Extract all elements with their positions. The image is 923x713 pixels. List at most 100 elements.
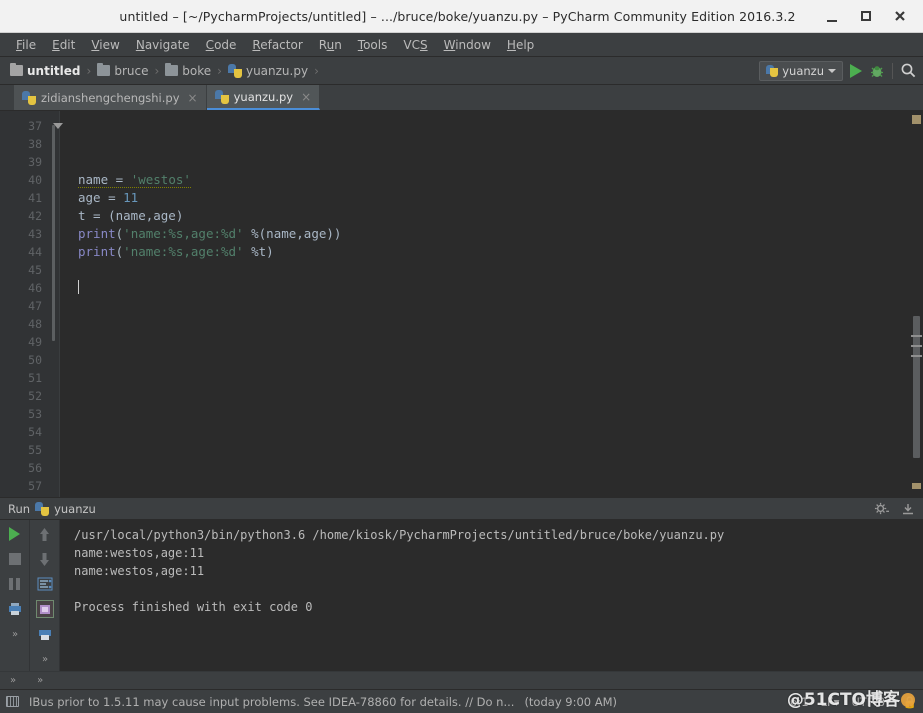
expand-chevrons-icon[interactable]: » bbox=[7, 626, 23, 642]
error-stripe-tick[interactable] bbox=[911, 355, 922, 357]
run-tool-window: Run yuanzu bbox=[0, 497, 923, 671]
hide-window-icon[interactable] bbox=[901, 502, 915, 516]
code-line bbox=[78, 351, 909, 369]
breadcrumb-item-untitled[interactable]: untitled bbox=[6, 62, 85, 80]
scroll-to-end-icon[interactable] bbox=[37, 601, 53, 617]
tab-zidianshengchengshi-py[interactable]: zidianshengchengshi.py × bbox=[14, 85, 207, 110]
error-stripe-marker-top[interactable] bbox=[912, 115, 921, 124]
code-token-variable: age bbox=[78, 190, 101, 205]
error-stripe-tick[interactable] bbox=[911, 335, 922, 337]
gear-icon[interactable] bbox=[874, 501, 889, 516]
window-controls bbox=[825, 9, 923, 23]
run-tool-window-header: Run yuanzu bbox=[0, 498, 923, 520]
code-line bbox=[78, 441, 909, 459]
run-configuration-label: yuanzu bbox=[782, 64, 824, 78]
tab-yuanzu-py[interactable]: yuanzu.py × bbox=[207, 85, 321, 110]
status-bar-right: 6:1 LF▾ UTF-8▾ 🔒 bbox=[790, 695, 917, 709]
pause-icon[interactable] bbox=[7, 576, 23, 592]
menu-navigate[interactable]: Navigate bbox=[128, 36, 198, 54]
print-output-icon[interactable] bbox=[37, 626, 53, 642]
code-text-area[interactable]: name = 'westos' age = 11 t = (name,age) … bbox=[60, 111, 909, 497]
breadcrumb-separator: › bbox=[152, 64, 161, 78]
minimize-button[interactable] bbox=[825, 9, 839, 23]
status-message[interactable]: IBus prior to 1.5.11 may cause input pro… bbox=[29, 695, 514, 709]
python-file-icon bbox=[766, 65, 778, 77]
menu-run[interactable]: Run bbox=[311, 36, 350, 54]
line-separator-selector[interactable]: LF▾ bbox=[821, 695, 840, 709]
error-stripe-tick[interactable] bbox=[911, 345, 922, 347]
maximize-button[interactable] bbox=[859, 9, 873, 23]
debug-button[interactable] bbox=[869, 63, 885, 79]
code-token-expression: %t) bbox=[244, 244, 274, 259]
editor-gutter[interactable]: 37 38 39 40 41 42 43 44 45 46 47 48 49 5… bbox=[0, 111, 60, 497]
code-token-operator: = bbox=[108, 172, 131, 187]
stop-icon[interactable] bbox=[7, 551, 23, 567]
menu-edit[interactable]: Edit bbox=[44, 36, 83, 54]
lock-icon[interactable]: 🔒 bbox=[903, 695, 917, 709]
code-token-expression: %(name,age)) bbox=[244, 226, 342, 241]
code-line bbox=[78, 459, 909, 477]
encoding-selector[interactable]: UTF-8▾ bbox=[851, 695, 890, 709]
menu-tools[interactable]: Tools bbox=[350, 36, 396, 54]
run-tool-window-config-name: yuanzu bbox=[54, 502, 96, 516]
search-icon[interactable] bbox=[900, 62, 917, 79]
run-configuration-selector[interactable]: yuanzu bbox=[759, 61, 843, 81]
expand-chevrons-icon[interactable]: » bbox=[37, 651, 53, 667]
breadcrumb-separator: › bbox=[312, 64, 321, 78]
print-icon[interactable] bbox=[7, 601, 23, 617]
error-stripe-marker-bottom[interactable] bbox=[912, 483, 921, 489]
breadcrumb-item-boke[interactable]: boke bbox=[161, 62, 215, 80]
tab-close-icon[interactable]: × bbox=[301, 90, 311, 104]
breadcrumb-label: boke bbox=[182, 64, 211, 78]
rerun-icon[interactable] bbox=[7, 526, 23, 542]
code-line bbox=[78, 369, 909, 387]
monitor-icon[interactable] bbox=[6, 696, 19, 707]
folder-icon bbox=[97, 65, 110, 76]
tab-close-icon[interactable]: × bbox=[188, 91, 198, 105]
python-file-icon bbox=[228, 64, 242, 78]
close-button[interactable] bbox=[893, 9, 907, 23]
menu-code[interactable]: Code bbox=[198, 36, 245, 54]
scrollbar-thumb[interactable] bbox=[913, 316, 920, 458]
menu-refactor[interactable]: Refactor bbox=[244, 36, 310, 54]
code-line bbox=[78, 405, 909, 423]
menu-help[interactable]: Help bbox=[499, 36, 542, 54]
code-folding-strip[interactable] bbox=[48, 117, 59, 497]
expand-chevrons-icon[interactable]: » bbox=[10, 675, 15, 686]
folding-region-bar[interactable] bbox=[52, 125, 55, 341]
editor-scrollbar[interactable] bbox=[909, 111, 923, 497]
soft-wrap-icon[interactable] bbox=[37, 576, 53, 592]
editor-tab-bar: zidianshengchengshi.py × yuanzu.py × bbox=[0, 85, 923, 111]
breadcrumb: untitled › bruce › boke › yuanzu.py › bbox=[6, 62, 759, 80]
run-toolbar-secondary: » bbox=[30, 520, 60, 671]
code-token-expression: t = (name,age) bbox=[78, 208, 183, 223]
run-console-output[interactable]: /usr/local/python3/bin/python3.6 /home/k… bbox=[60, 520, 923, 671]
up-arrow-icon[interactable] bbox=[37, 526, 53, 542]
code-token-function: print bbox=[78, 226, 116, 241]
code-token-number: 11 bbox=[123, 190, 138, 205]
tab-label: zidianshengchengshi.py bbox=[41, 91, 180, 105]
menu-bar: File Edit View Navigate Code Refactor Ru… bbox=[0, 33, 923, 57]
code-token-string: 'westos' bbox=[131, 172, 191, 187]
code-line bbox=[78, 261, 909, 279]
menu-view[interactable]: View bbox=[83, 36, 127, 54]
run-tool-window-header-actions bbox=[874, 501, 915, 516]
code-line-44: print('name:%s,age:%d' %t) bbox=[78, 243, 909, 261]
code-line bbox=[78, 135, 909, 153]
menu-window[interactable]: Window bbox=[436, 36, 499, 54]
code-token-function: print bbox=[78, 244, 116, 259]
breadcrumb-item-yuanzu-py[interactable]: yuanzu.py bbox=[224, 62, 312, 80]
folder-icon bbox=[165, 65, 178, 76]
caret-position[interactable]: 6:1 bbox=[790, 695, 809, 709]
breadcrumb-item-bruce[interactable]: bruce bbox=[93, 62, 152, 80]
python-file-icon bbox=[22, 91, 36, 105]
code-line bbox=[78, 297, 909, 315]
close-icon bbox=[894, 10, 906, 22]
run-button[interactable] bbox=[850, 64, 862, 78]
expand-chevrons-icon[interactable]: » bbox=[37, 675, 42, 686]
toolbar-actions: yuanzu bbox=[759, 61, 917, 81]
code-token-variable: name bbox=[78, 172, 108, 187]
down-arrow-icon[interactable] bbox=[37, 551, 53, 567]
menu-file[interactable]: File bbox=[8, 36, 44, 54]
menu-vcs[interactable]: VCS bbox=[395, 36, 435, 54]
